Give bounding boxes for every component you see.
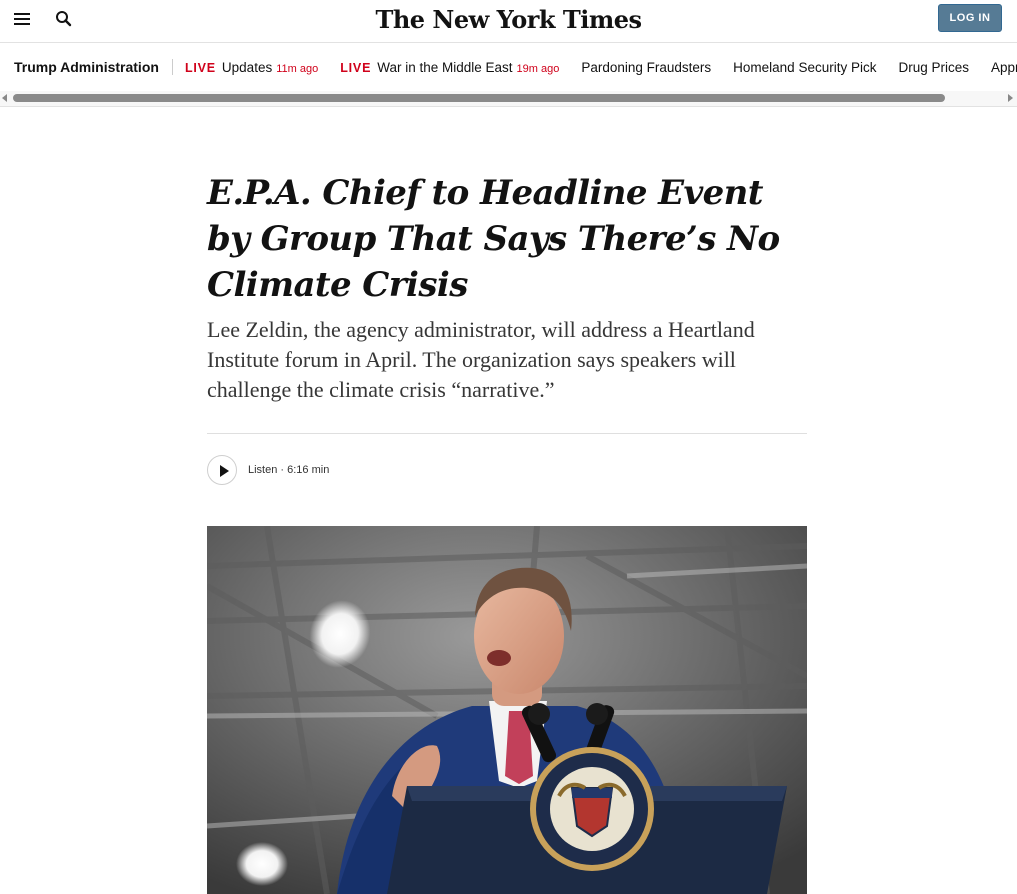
ribbon-item-middle-east[interactable]: LIVE War in the Middle East 19m ago bbox=[340, 60, 559, 75]
nyt-logo[interactable]: The New York Times bbox=[0, 5, 1017, 34]
lead-photo bbox=[207, 526, 807, 894]
ribbon-item-label: Updates bbox=[221, 60, 273, 75]
login-button[interactable]: LOG IN bbox=[938, 4, 1002, 32]
ribbon-item-live-updates[interactable]: LIVE Updates 11m ago bbox=[185, 60, 318, 75]
scroll-right-arrow-icon[interactable] bbox=[1008, 94, 1013, 102]
ribbon-item-approval[interactable]: Approva bbox=[991, 60, 1017, 75]
masthead: The New York Times LOG IN bbox=[0, 0, 1017, 43]
scroll-left-arrow-icon[interactable] bbox=[2, 94, 7, 102]
ribbon-title[interactable]: Trump Administration bbox=[14, 59, 173, 75]
listen-label: Listen · 6:16 min bbox=[248, 464, 330, 476]
ribbon-item-timestamp: 19m ago bbox=[516, 63, 560, 75]
listen-button[interactable]: Listen · 6:16 min bbox=[207, 454, 329, 486]
article-summary: Lee Zeldin, the agency administrator, wi… bbox=[207, 317, 755, 402]
ribbon-item-timestamp: 11m ago bbox=[276, 63, 319, 75]
topic-ribbon: Trump Administration LIVE Updates 11m ago … bbox=[0, 43, 1017, 91]
play-icon[interactable] bbox=[207, 455, 237, 485]
divider bbox=[207, 433, 807, 434]
ribbon-item-homeland-security[interactable]: Homeland Security Pick bbox=[733, 60, 876, 75]
article-headline: E.P.A. Chief to Headline Event by Group … bbox=[207, 173, 780, 305]
ribbon-scrollbar[interactable] bbox=[0, 91, 1017, 107]
ribbon-item-pardoning[interactable]: Pardoning Fraudsters bbox=[581, 60, 711, 75]
vice-president-seal-icon bbox=[530, 747, 654, 871]
ribbon-item-drug-prices[interactable]: Drug Prices bbox=[898, 60, 969, 75]
scrollbar-thumb[interactable] bbox=[13, 94, 945, 102]
live-badge: LIVE bbox=[184, 61, 216, 75]
ribbon-item-label: War in the Middle East bbox=[377, 60, 513, 75]
live-badge: LIVE bbox=[340, 61, 372, 75]
